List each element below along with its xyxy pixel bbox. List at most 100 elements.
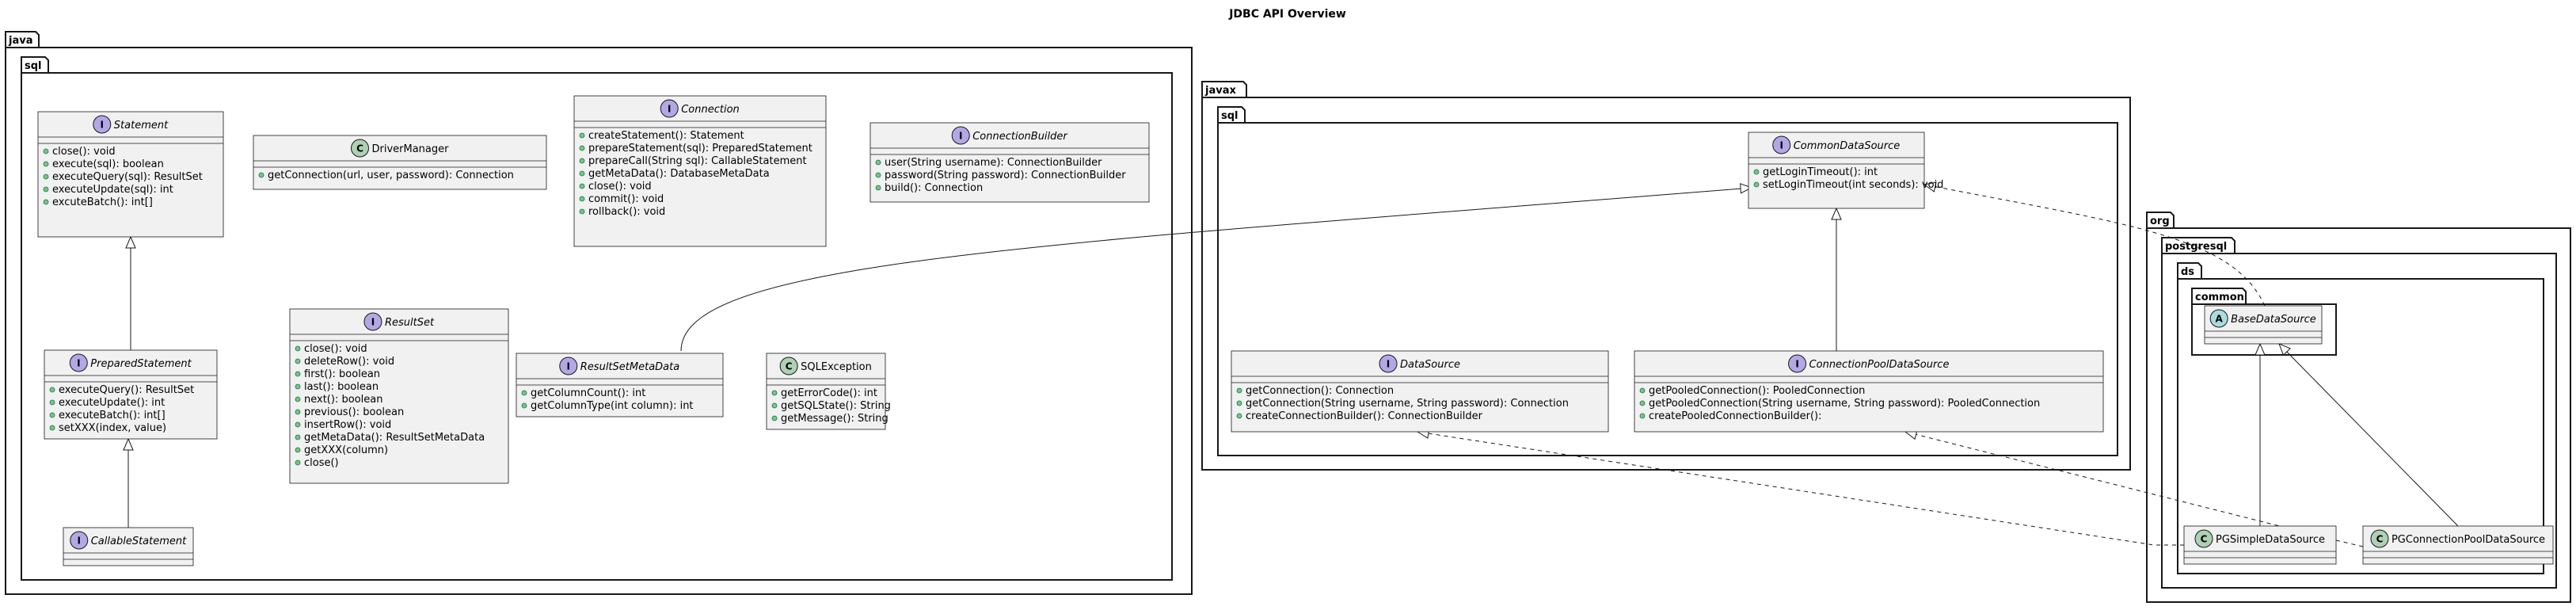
class-name: PreparedStatement (90, 358, 192, 370)
public-visibility-icon (258, 172, 264, 178)
public-visibility-icon (43, 199, 49, 205)
package-label: common (2195, 292, 2244, 303)
class-member: excuteBatch(): int[] (52, 196, 153, 208)
class-member: executeQuery(): ResultSet (59, 384, 194, 396)
class-member: getColumnType(int column): int (531, 400, 694, 412)
stereotype-letter: I (668, 104, 671, 115)
class-member: getConnection(String username, String pa… (1246, 398, 1569, 410)
class-member: getSQLState(): String (781, 400, 891, 412)
public-visibility-icon (1236, 413, 1242, 419)
public-visibility-icon (295, 383, 301, 390)
class-statement: Statement Iclose(): voidexecute(sql): boo… (37, 111, 224, 238)
class-member: prepareStatement(sql): PreparedStatement (588, 143, 812, 154)
class-member: close() (304, 457, 339, 469)
public-visibility-icon (295, 421, 301, 428)
relation-pg-simple-data-source-extends-base-data-source (2254, 342, 2266, 526)
public-visibility-icon (579, 145, 585, 151)
class-name: CommonDataSource (1794, 140, 1901, 152)
class-member: prepareCall(String sql): CallableStateme… (588, 155, 807, 167)
inheritance-arrowhead (125, 235, 136, 249)
public-visibility-icon (579, 170, 585, 177)
class-name: Connection (681, 104, 740, 116)
class-connection-pool-data-source: ConnectionPoolDataSource IgetPooledConnec… (1634, 350, 2104, 433)
package-label: sql (1221, 110, 1239, 122)
class-member: last(): boolean (304, 381, 379, 393)
package-label: org (2150, 215, 2170, 227)
class-member: execute(sql): boolean (52, 158, 164, 170)
stereotype-letter: I (567, 361, 570, 372)
public-visibility-icon (579, 132, 585, 139)
public-visibility-icon (1639, 400, 1646, 406)
class-member: getColumnCount(): int (531, 387, 645, 399)
public-visibility-icon (875, 172, 881, 178)
package-label: java (8, 35, 32, 47)
class-base-data-source: BaseDataSource A (2204, 305, 2323, 345)
class-member: getConnection(url, user, password): Conn… (268, 170, 514, 181)
class-name: ResultSet (385, 317, 435, 329)
package-label: postgresql (2165, 241, 2227, 253)
class-member: insertRow(): void (304, 419, 391, 431)
class-member: password(String password): ConnectionBui… (885, 170, 1126, 181)
public-visibility-icon (43, 173, 49, 180)
class-name: DataSource (1400, 359, 1460, 371)
class-member: createPooledConnectionBuilder(): (1649, 410, 1821, 422)
class-member: previous(): boolean (304, 406, 404, 418)
class-sql-exception: SQLException CgetErrorCode(): intgetSQLSt… (766, 353, 891, 430)
relation-data-source-extends-common-data-source (680, 183, 1753, 352)
class-member: build(): Connection (885, 182, 983, 194)
class-callable-statement: CallableStatement I (63, 527, 194, 566)
class-name: Statement (114, 120, 169, 132)
public-visibility-icon (1753, 169, 1760, 175)
class-common-data-source: CommonDataSource IgetLoginTimeout(): ints… (1748, 132, 1943, 209)
class-member: getPooledConnection(String username, Str… (1649, 398, 2040, 410)
package-label: javax (1204, 85, 1236, 97)
relation-prepared-statement-extends-statement (125, 235, 136, 350)
class-connection-builder: ConnectionBuilder Iuser(String username):… (869, 122, 1150, 203)
stereotype-letter: I (77, 358, 80, 369)
class-member: executeUpdate(sql): int (52, 184, 173, 196)
public-visibility-icon (521, 390, 527, 396)
public-visibility-icon (1639, 387, 1646, 394)
diagram-title: JDBC API Overview (1228, 8, 1346, 21)
class-connection: ConnectionIcreateStatement(): Statementp… (573, 95, 827, 247)
class-name: PGSimpleDataSource (2216, 534, 2325, 546)
stereotype-letter: I (1387, 359, 1390, 370)
class-name: ConnectionPoolDataSource (1809, 359, 1950, 371)
public-visibility-icon (1236, 387, 1242, 394)
stereotype-letter: I (1780, 140, 1783, 151)
public-visibility-icon (579, 196, 585, 202)
package-label: sql (25, 60, 42, 72)
public-visibility-icon (295, 396, 301, 402)
public-visibility-icon (43, 161, 49, 167)
class-name: PGConnectionPoolDataSource (2391, 534, 2545, 546)
stereotype-letter: C (2201, 534, 2208, 545)
class-member: setLoginTimeout(int seconds): void (1763, 179, 1943, 191)
uml-class-diagram: java sql javax sql org postgresql ds common Sta… (5, 8, 2571, 603)
class-data-source: DataSource IgetConnection(): Connectionge… (1231, 350, 1609, 433)
class-member: getMessage(): String (781, 413, 888, 425)
public-visibility-icon (579, 183, 585, 189)
relation-connection-pool-data-source-extends-common-data-source (1831, 207, 1842, 351)
public-visibility-icon (49, 399, 55, 406)
public-visibility-icon (49, 425, 55, 431)
class-member: createConnectionBuilder(): ConnectionBui… (1246, 410, 1483, 422)
public-visibility-icon (43, 186, 49, 193)
stereotype-letter: I (959, 131, 962, 142)
stereotype-letter: I (1795, 359, 1798, 370)
class-member: getPooledConnection(): PooledConnection (1649, 385, 1865, 397)
public-visibility-icon (521, 402, 527, 409)
class-member: user(String username): ConnectionBuilder (885, 157, 1102, 169)
stereotype-letter: C (2376, 534, 2384, 545)
class-name: SQLException (801, 361, 872, 373)
class-name: CallableStatement (91, 536, 187, 547)
class-member: getConnection(): Connection (1246, 385, 1394, 397)
public-visibility-icon (295, 459, 301, 466)
relation-pg-simple-data-source-implements-data-source (1416, 428, 2184, 546)
class-member: deleteRow(): void (304, 356, 394, 368)
public-visibility-icon (875, 159, 881, 166)
class-name: ResultSetMetaData (580, 361, 679, 373)
classes-layer: StatementIclose(): voidexecute(sql): boo… (37, 95, 2554, 566)
class-driver-manager: DriverManager CgetConnection(url, user, p… (253, 135, 547, 190)
relation-pg-connection-pool-data-source-extends-base-data-source (2278, 343, 2459, 527)
class-name: BaseDataSource (2231, 314, 2316, 326)
